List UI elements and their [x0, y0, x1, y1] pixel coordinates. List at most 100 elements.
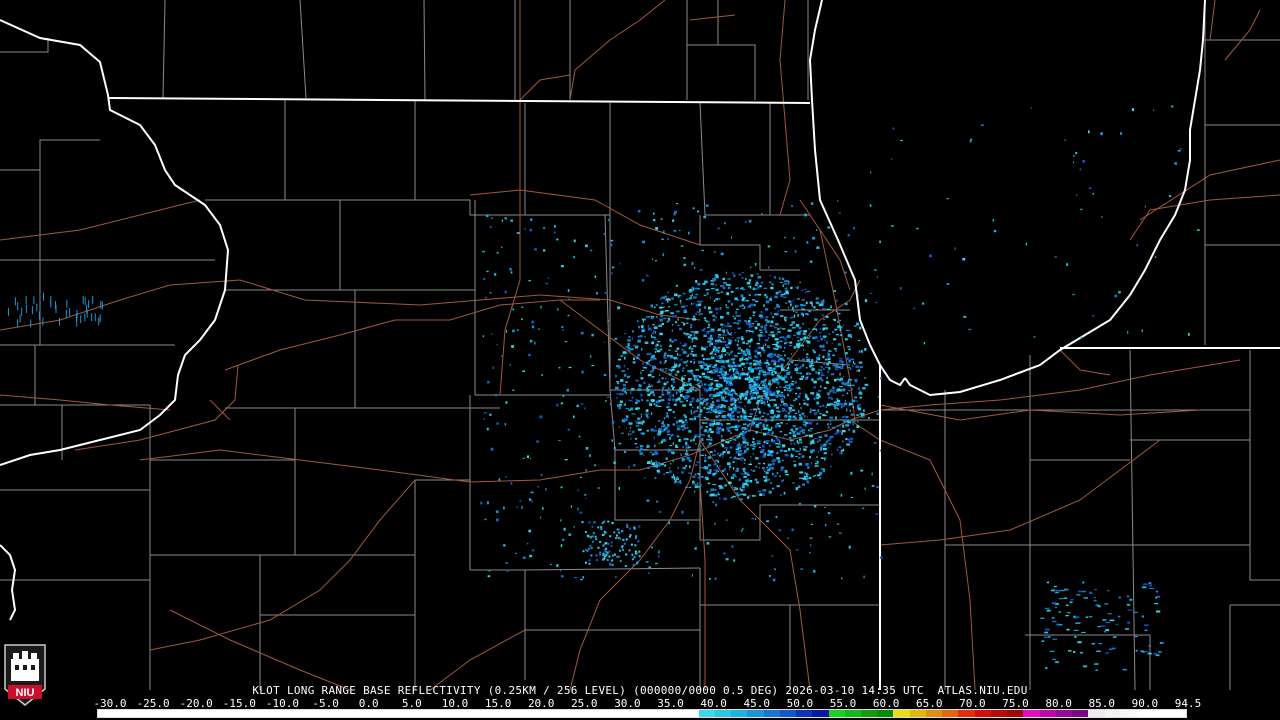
echo [661, 425, 665, 428]
echo [1053, 585, 1057, 588]
echo [686, 355, 688, 358]
echo [603, 341, 606, 343]
echo [648, 572, 650, 575]
echo [739, 358, 742, 362]
colorbar-swatch [1120, 710, 1137, 717]
echo [763, 392, 767, 394]
echo [775, 343, 778, 347]
echo [740, 473, 745, 475]
echo [780, 315, 783, 318]
echo [712, 422, 716, 425]
echo [787, 329, 792, 332]
echo [675, 444, 678, 448]
echo [758, 338, 761, 341]
echo [800, 568, 803, 570]
echo [712, 454, 716, 456]
echo [806, 477, 810, 480]
echo [778, 353, 780, 355]
echo [770, 296, 772, 299]
echo [725, 558, 729, 561]
echo [703, 383, 707, 386]
echo [742, 308, 744, 310]
echo [817, 378, 820, 381]
echo [663, 230, 665, 234]
echo [698, 414, 702, 416]
echo [775, 323, 779, 326]
echo [664, 378, 668, 380]
echo [709, 469, 712, 472]
echo [758, 462, 761, 465]
echo [522, 457, 525, 459]
echo [739, 320, 741, 323]
echo [807, 346, 809, 348]
echo [710, 383, 713, 386]
echo [852, 227, 856, 230]
echo [822, 308, 826, 310]
echo [703, 376, 707, 378]
echo [697, 436, 700, 438]
echo [677, 324, 680, 327]
echo [804, 333, 807, 336]
echo [727, 363, 732, 365]
echo [701, 397, 705, 399]
echo [777, 417, 781, 419]
echo [833, 403, 837, 405]
echo [725, 396, 727, 398]
echo [802, 477, 807, 480]
echo [653, 429, 658, 432]
echo [719, 307, 722, 310]
echo [496, 518, 499, 522]
echo [784, 404, 786, 406]
echo [659, 332, 663, 336]
echo [665, 472, 670, 474]
echo [722, 377, 727, 379]
echo [646, 316, 650, 318]
echo [804, 291, 807, 293]
echo [1066, 604, 1069, 606]
echo [611, 420, 615, 424]
echo [581, 521, 584, 524]
echo [753, 359, 755, 362]
echo [724, 325, 726, 327]
echo [812, 367, 814, 369]
echo [683, 322, 686, 326]
echo [766, 466, 769, 468]
echo [1075, 152, 1078, 155]
echo [719, 487, 721, 490]
echo [721, 472, 724, 474]
echo [767, 463, 772, 467]
echo [628, 349, 631, 352]
echo [826, 392, 830, 395]
echo [851, 365, 854, 367]
echo [692, 475, 696, 478]
echo [799, 453, 802, 455]
echo [759, 359, 761, 363]
echo [1149, 587, 1154, 590]
echo [752, 423, 754, 426]
echo [728, 369, 731, 372]
echo [834, 407, 838, 409]
echo [1066, 628, 1070, 631]
echo [1115, 623, 1119, 625]
echo [667, 355, 670, 358]
echo [710, 490, 712, 493]
echo [649, 403, 651, 406]
echo [776, 472, 779, 474]
echo [686, 449, 688, 453]
county-borders [0, 0, 1280, 691]
echo [1055, 589, 1061, 592]
echo [783, 283, 788, 285]
echo [841, 429, 846, 433]
echo [699, 476, 704, 478]
colorbar-swatch [520, 710, 537, 717]
echo [21, 307, 23, 316]
echo [774, 435, 777, 438]
echo [659, 368, 662, 372]
echo [833, 290, 837, 292]
echo [847, 334, 852, 337]
echo [619, 537, 622, 540]
echo [804, 472, 806, 475]
echo [773, 275, 777, 279]
echo [679, 342, 682, 344]
echo [689, 383, 692, 387]
